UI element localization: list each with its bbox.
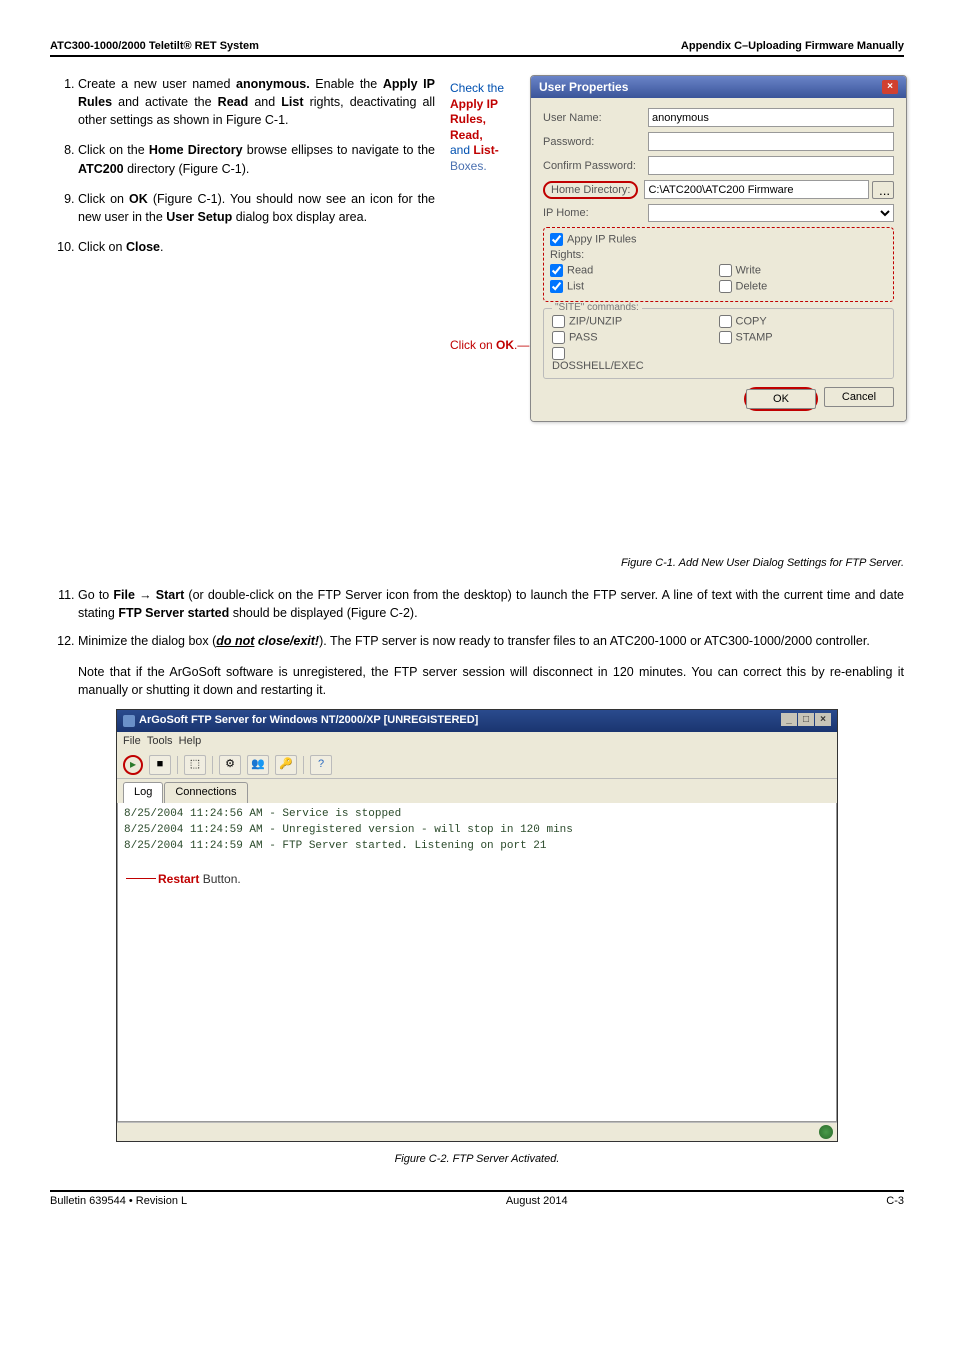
menu-file[interactable]: File [123,735,141,747]
confirm-password-input[interactable] [648,156,894,175]
rights-label: Rights: [550,249,887,261]
toolbar-icon-gear[interactable]: ⚙ [219,755,241,775]
toolbar-icon-1[interactable]: ⬚ [184,755,206,775]
browse-button[interactable]: ... [872,181,894,199]
step-12: Minimize the dialog box (do not close/ex… [78,632,904,650]
pass-checkbox[interactable] [552,331,565,344]
stop-button[interactable]: ■ [149,755,171,775]
minimize-icon[interactable]: _ [781,713,797,726]
footer-right: C-3 [886,1195,904,1207]
app-icon [123,715,135,727]
click-ok-label: Click on OK.— [450,338,529,352]
step-11: Go to File → Start (or double-click on t… [78,586,904,622]
dialog-title: User Properties [539,80,628,94]
stamp-checkbox[interactable] [719,331,732,344]
note-text: Note that if the ArGoSoft software is un… [78,663,904,699]
username-label: User Name: [543,112,648,124]
header-left: ATC300-1000/2000 Teletilt® RET System [50,40,259,52]
step-10: Click on Close. [78,238,435,256]
copy-checkbox[interactable] [719,315,732,328]
step-8: Click on the Home Directory browse ellip… [78,141,435,177]
app-title: ArGoSoft FTP Server for Windows NT/2000/… [139,713,478,729]
close-window-icon[interactable]: × [815,713,831,726]
restart-callout: Restart Button. [158,871,241,888]
username-input[interactable] [648,108,894,127]
toolbar-icon-key[interactable]: 🔑 [275,755,297,775]
restart-button[interactable]: ▸ [123,755,143,775]
close-icon[interactable]: × [882,80,898,94]
footer-mid: August 2014 [506,1195,568,1207]
ip-home-label: IP Home: [543,207,648,219]
list-checkbox[interactable] [550,280,563,293]
menu-help[interactable]: Help [179,735,202,747]
tab-connections[interactable]: Connections [164,782,247,803]
password-label: Password: [543,136,648,148]
zip-checkbox[interactable] [552,315,565,328]
read-checkbox[interactable] [550,264,563,277]
tab-log[interactable]: Log [123,782,163,803]
figure-c1-caption: Figure C-1. Add New User Dialog Settings… [50,556,904,572]
menu-tools[interactable]: Tools [147,735,173,747]
callout-labels: Check the Apply IP Rules, Read, and List… [450,81,528,175]
apply-ip-rules-checkbox[interactable] [550,233,563,246]
figure-c2-caption: Figure C-2. FTP Server Activated. [50,1152,904,1168]
footer-left: Bulletin 639544 • Revision L [50,1195,187,1207]
confirm-password-label: Confirm Password: [543,160,648,172]
home-directory-input[interactable] [644,180,869,199]
status-icon [819,1125,833,1139]
toolbar-icon-users[interactable]: 👥 [247,755,269,775]
delete-checkbox[interactable] [719,280,732,293]
write-checkbox[interactable] [719,264,732,277]
step-1: Create a new user named anonymous. Enabl… [78,75,435,129]
home-directory-label: Home Directory: [551,184,630,196]
ip-home-select[interactable] [648,204,894,222]
site-commands-label: "SITE" commands: [552,302,642,313]
toolbar-icon-help[interactable]: ? [310,755,332,775]
ftp-server-window: ArGoSoft FTP Server for Windows NT/2000/… [116,709,838,1142]
cancel-button[interactable]: Cancel [824,387,894,407]
step-9: Click on OK (Figure C-1). You should now… [78,190,435,226]
user-properties-dialog: User Properties × User Name: Password: Co… [530,75,907,422]
password-input[interactable] [648,132,894,151]
ok-button[interactable]: OK [746,389,816,409]
dosshell-checkbox[interactable] [552,347,565,360]
header-right: Appendix C–Uploading Firmware Manually [681,40,904,52]
log-area: 8/25/2004 11:24:56 AM - Service is stopp… [117,803,837,1122]
maximize-icon[interactable]: □ [798,713,814,726]
